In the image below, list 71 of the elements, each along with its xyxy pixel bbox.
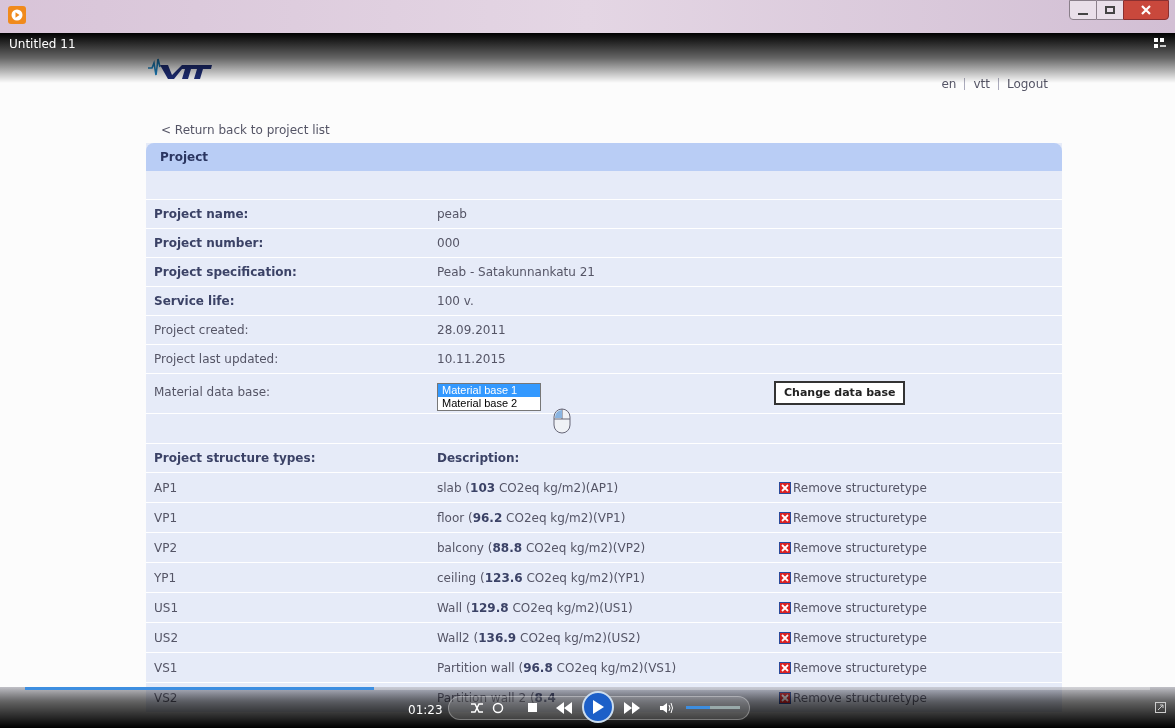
table-cell-text: VS2 <box>153 689 179 707</box>
column-header: Description: <box>437 450 520 467</box>
nav-link[interactable]: vtt <box>973 75 990 93</box>
table-cell-text: floor (96.2 CO2eq kg/m2)(VP1) <box>437 509 627 527</box>
delete-icon <box>779 511 791 524</box>
mouse-icon <box>553 408 571 434</box>
field-label: Service life: <box>153 293 236 310</box>
play-icon <box>8 6 26 24</box>
volume-slider-fill[interactable] <box>686 706 711 709</box>
table-cell-text: VS1 <box>153 659 179 677</box>
table-cell-text: US2 <box>153 629 180 647</box>
field-value: Peab - Satakunnankatu 21 <box>437 264 595 281</box>
table-cell-text: ceiling (123.6 CO2eq kg/m2)(YP1) <box>437 569 646 587</box>
table-cell-text: VP1 <box>153 509 179 527</box>
volume-slider-track[interactable] <box>686 706 740 709</box>
field-label: Project name: <box>153 206 250 223</box>
window-title: Untitled 11 <box>9 36 76 53</box>
delete-icon <box>779 601 791 614</box>
delete-icon <box>779 631 791 644</box>
next-icon[interactable] <box>624 702 640 714</box>
field-label: Project specification: <box>153 264 298 281</box>
table-cell-text: YP1 <box>153 569 178 587</box>
delete-icon <box>779 481 791 494</box>
remove-link[interactable]: Remove structuretype <box>779 508 927 527</box>
maximize-button[interactable] <box>1097 0 1123 20</box>
repeat-icon[interactable] <box>492 702 504 714</box>
delete-icon <box>779 571 791 584</box>
table-cell-text: Partition wall 2 (8.4 <box>437 689 557 705</box>
change-database-button[interactable]: Change data base <box>774 381 906 405</box>
field-value: 10.11.2015 <box>437 351 506 368</box>
play-button[interactable] <box>582 691 614 723</box>
remove-link[interactable]: Remove structuretype <box>779 598 927 617</box>
fullscreen-icon[interactable] <box>1155 702 1166 713</box>
elapsed-time: 01:23 <box>408 702 443 719</box>
close-icon <box>1141 5 1151 15</box>
panel-title: Project <box>160 149 209 166</box>
field-value: peab <box>437 206 467 223</box>
table-cell-text: VP2 <box>153 539 179 557</box>
remove-link[interactable]: Remove structuretype <box>779 478 927 497</box>
remove-link[interactable]: Remove structuretype <box>779 538 927 557</box>
delete-icon <box>779 661 791 674</box>
mode-switch-icon[interactable] <box>1154 38 1166 50</box>
table-cell-text: Wall2 (136.9 CO2eq kg/m2)(US2) <box>437 629 642 647</box>
back-link[interactable]: < Return back to project list <box>161 121 330 139</box>
speaker-icon[interactable] <box>660 702 674 714</box>
field-value: 100 v. <box>437 293 474 310</box>
table-cell-text: AP1 <box>153 479 179 497</box>
shuffle-icon[interactable] <box>470 702 484 714</box>
field-label: Material data base: <box>153 384 272 401</box>
field-value: 28.09.2011 <box>437 322 506 339</box>
nav-link[interactable]: en <box>941 75 957 93</box>
previous-icon[interactable] <box>556 702 572 714</box>
table-cell-text: US1 <box>153 599 180 617</box>
table-cell-text: Wall (129.8 CO2eq kg/m2)(US1) <box>437 599 634 617</box>
field-label: Project last updated: <box>153 351 280 368</box>
minimize-button[interactable] <box>1069 0 1097 20</box>
field-value: 000 <box>437 235 460 252</box>
close-button[interactable] <box>1123 0 1169 20</box>
table-cell-text: balcony (88.8 CO2eq kg/m2)(VP2) <box>437 539 647 557</box>
table-cell-text: Partition wall (96.8 CO2eq kg/m2)(VS1) <box>437 659 678 677</box>
nav-link[interactable]: Logout <box>1006 75 1048 93</box>
material-dropdown-list[interactable]: Material base 1 Material base 2 <box>437 383 541 411</box>
field-label: Project created: <box>153 322 250 339</box>
remove-link[interactable]: Remove structuretype <box>779 568 927 587</box>
table-cell-text: slab (103 CO2eq kg/m2)(AP1) <box>437 479 620 497</box>
delete-icon <box>779 541 791 554</box>
field-label: Project number: <box>153 235 265 252</box>
remove-link[interactable]: Remove structuretype <box>779 628 927 647</box>
column-header: Project structure types: <box>153 450 317 467</box>
play-icon <box>592 700 604 714</box>
remove-link[interactable]: Remove structuretype <box>779 658 927 677</box>
